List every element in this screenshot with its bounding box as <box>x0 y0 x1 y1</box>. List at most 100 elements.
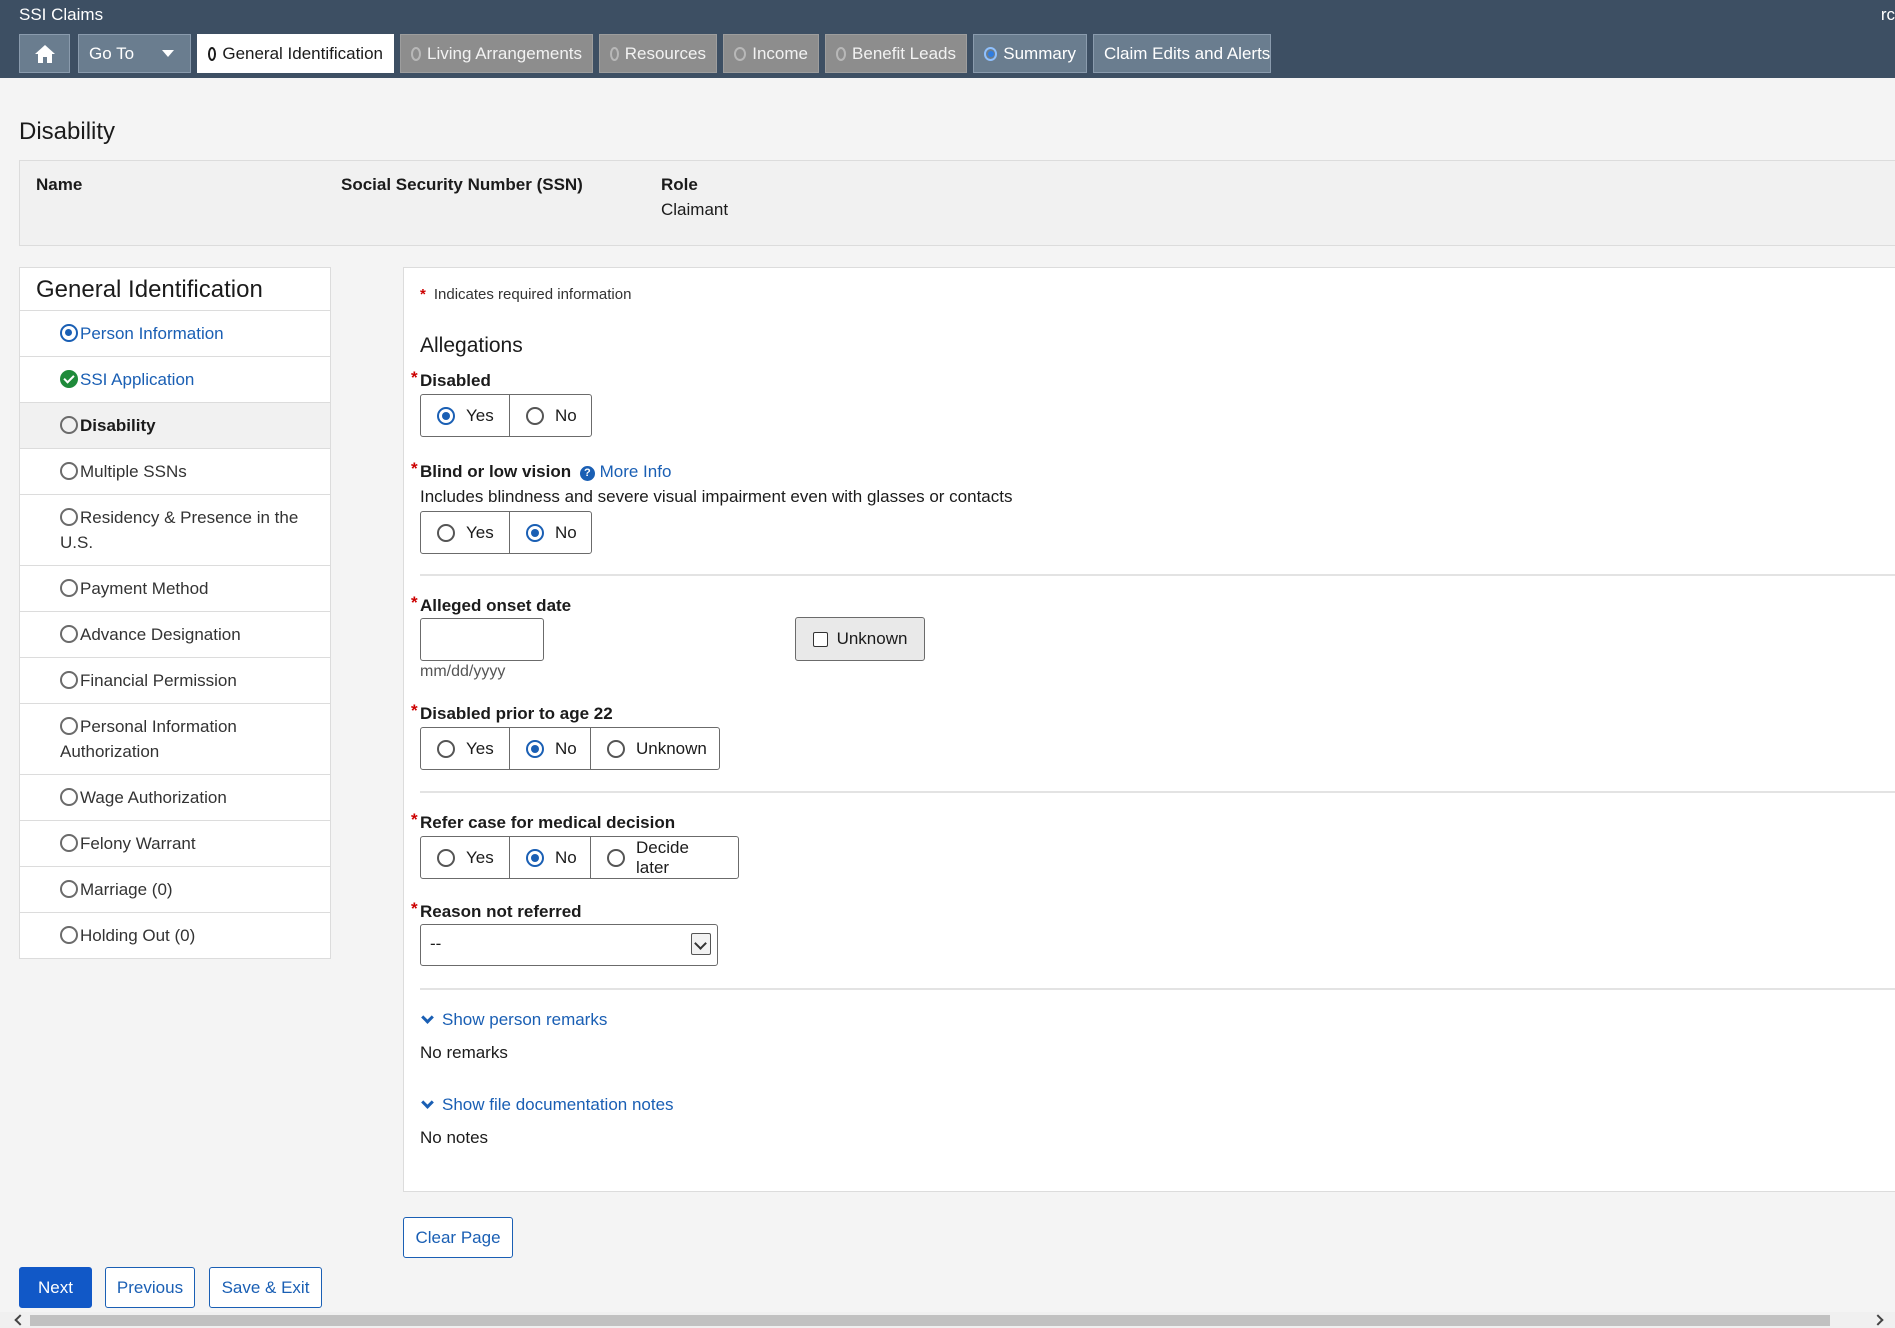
reason-label-text: Reason not referred <box>420 902 582 921</box>
tab-label: Living Arrangements <box>427 43 582 63</box>
section-sidebar: General Identification Person Informatio… <box>19 267 331 959</box>
app-header: SSI Claims rc <box>0 0 1895 29</box>
person-summary: Name Social Security Number (SSN) Role C… <box>19 160 1895 246</box>
empty-circle-icon <box>60 671 78 689</box>
sidebar-item-person-information[interactable]: Person Information <box>20 311 330 357</box>
radio-unchecked-icon <box>607 848 625 867</box>
clear-page-button[interactable]: Clear Page <box>403 1217 513 1258</box>
sidebar-item-label: Personal Information Authorization <box>60 717 237 761</box>
sidebar-item-residency[interactable]: Residency & Presence in the U.S. <box>20 495 330 566</box>
empty-circle-icon <box>60 462 78 480</box>
option-label: Yes <box>466 738 494 758</box>
sidebar-item-payment-method[interactable]: Payment Method <box>20 566 330 612</box>
page-title: Disability <box>19 118 116 145</box>
refer-no-option[interactable]: No <box>510 837 591 878</box>
sidebar-item-financial-permission[interactable]: Financial Permission <box>20 658 330 704</box>
tab-benefit-leads[interactable]: Benefit Leads <box>825 34 967 73</box>
status-circle-icon <box>610 46 619 61</box>
sidebar-item-advance-designation[interactable]: Advance Designation <box>20 612 330 658</box>
toggle-label: Show file documentation notes <box>442 1095 674 1114</box>
required-star: * <box>411 899 418 918</box>
select-value: -- <box>430 934 442 953</box>
sidebar-item-felony-warrant[interactable]: Felony Warrant <box>20 821 330 867</box>
sidebar-item-multiple-ssns[interactable]: Multiple SSNs <box>20 449 330 495</box>
sidebar-item-label: Payment Method <box>80 579 209 598</box>
prior-22-unknown-option[interactable]: Unknown <box>591 728 719 769</box>
status-circle-icon <box>411 46 422 61</box>
remarks-text: No remarks <box>420 1043 508 1062</box>
tab-general-identification[interactable]: General Identification <box>197 34 394 73</box>
role-value: Claimant <box>661 200 729 219</box>
scroll-right-icon[interactable] <box>1872 1314 1884 1326</box>
next-button[interactable]: Next <box>19 1267 92 1308</box>
disabled-yes-option[interactable]: Yes <box>421 395 510 436</box>
radio-unchecked-icon <box>526 406 544 425</box>
show-documentation-notes-toggle[interactable]: Show file documentation notes <box>420 1095 674 1115</box>
onset-date-input[interactable] <box>420 618 544 661</box>
sidebar-item-disability[interactable]: Disability <box>20 403 330 449</box>
disabled-no-option[interactable]: No <box>510 395 591 436</box>
option-label: No <box>555 522 577 542</box>
empty-circle-icon <box>60 926 78 944</box>
toggle-label: Show person remarks <box>442 1010 608 1029</box>
refer-decide-later-option[interactable]: Decide later <box>591 837 738 878</box>
prior-22-yes-option[interactable]: Yes <box>421 728 510 769</box>
reason-select[interactable]: -- <box>420 924 718 966</box>
divider <box>420 574 1895 576</box>
sidebar-item-wage-authorization[interactable]: Wage Authorization <box>20 775 330 821</box>
blind-yes-option[interactable]: Yes <box>421 512 510 553</box>
tab-income[interactable]: Income <box>723 34 819 73</box>
sidebar-item-ssi-application[interactable]: SSI Application <box>20 357 330 403</box>
onset-date-label: * Alleged onset date <box>411 593 571 616</box>
sidebar-item-label: Holding Out (0) <box>80 926 196 945</box>
help-icon: ? <box>579 466 595 481</box>
tab-resources[interactable]: Resources <box>599 34 717 73</box>
sidebar-item-label: Felony Warrant <box>80 834 196 853</box>
prior-22-no-option[interactable]: No <box>510 728 591 769</box>
status-circle-icon <box>208 46 217 61</box>
refer-label: * Refer case for medical decision <box>411 810 675 833</box>
blind-help-text: Includes blindness and severe visual imp… <box>420 487 1013 506</box>
show-person-remarks-toggle[interactable]: Show person remarks <box>420 1010 607 1030</box>
option-label: Unknown <box>636 738 707 758</box>
sidebar-item-holding-out[interactable]: Holding Out (0) <box>20 913 330 958</box>
sidebar-item-marriage[interactable]: Marriage (0) <box>20 867 330 913</box>
caret-down-icon <box>162 50 175 57</box>
sidebar-item-label: Residency & Presence in the U.S. <box>60 508 299 552</box>
scroll-left-icon[interactable] <box>14 1314 26 1326</box>
sidebar-item-personal-information-authorization[interactable]: Personal Information Authorization <box>20 704 330 775</box>
blind-label: * Blind or low vision ? More Info <box>411 459 671 482</box>
required-star: * <box>411 810 418 829</box>
notes-text: No notes <box>420 1128 489 1147</box>
sidebar-item-label: Wage Authorization <box>80 788 227 807</box>
blind-no-option[interactable]: No <box>510 512 591 553</box>
ssn-label: Social Security Number (SSN) <box>341 175 583 194</box>
radio-unchecked-icon <box>607 739 625 758</box>
option-label: No <box>555 405 577 425</box>
divider <box>420 988 1895 990</box>
scrollbar-thumb[interactable] <box>30 1315 1830 1326</box>
tab-summary[interactable]: Summary <box>973 34 1087 73</box>
sidebar-item-label: Financial Permission <box>80 671 237 690</box>
previous-button[interactable]: Previous <box>105 1267 195 1308</box>
home-button[interactable] <box>19 34 70 73</box>
prior-22-label-text: Disabled prior to age 22 <box>420 704 613 723</box>
user-menu[interactable]: rc <box>1881 0 1895 29</box>
onset-unknown-checkbox[interactable]: Unknown <box>795 617 925 661</box>
status-circle-icon <box>734 46 747 61</box>
goto-dropdown[interactable]: Go To <box>78 34 191 73</box>
required-star: * <box>420 286 426 303</box>
name-label: Name <box>36 175 83 194</box>
tab-claim-edits-alerts[interactable]: Claim Edits and Alerts <box>1093 34 1271 73</box>
prior-22-radio-group: Yes No Unknown <box>420 727 720 770</box>
disabled-label: * Disabled <box>411 368 491 391</box>
refer-yes-option[interactable]: Yes <box>421 837 510 878</box>
save-exit-button[interactable]: Save & Exit <box>209 1267 322 1308</box>
date-format-hint: mm/dd/yyyy <box>420 663 506 680</box>
horizontal-scrollbar[interactable] <box>0 1312 1895 1328</box>
tab-living-arrangements[interactable]: Living Arrangements <box>400 34 593 73</box>
option-label: No <box>555 847 577 867</box>
more-info-link[interactable]: ? More Info <box>579 462 671 481</box>
sidebar-item-label: Multiple SSNs <box>80 462 187 481</box>
disabled-radio-group: Yes No <box>420 394 592 437</box>
